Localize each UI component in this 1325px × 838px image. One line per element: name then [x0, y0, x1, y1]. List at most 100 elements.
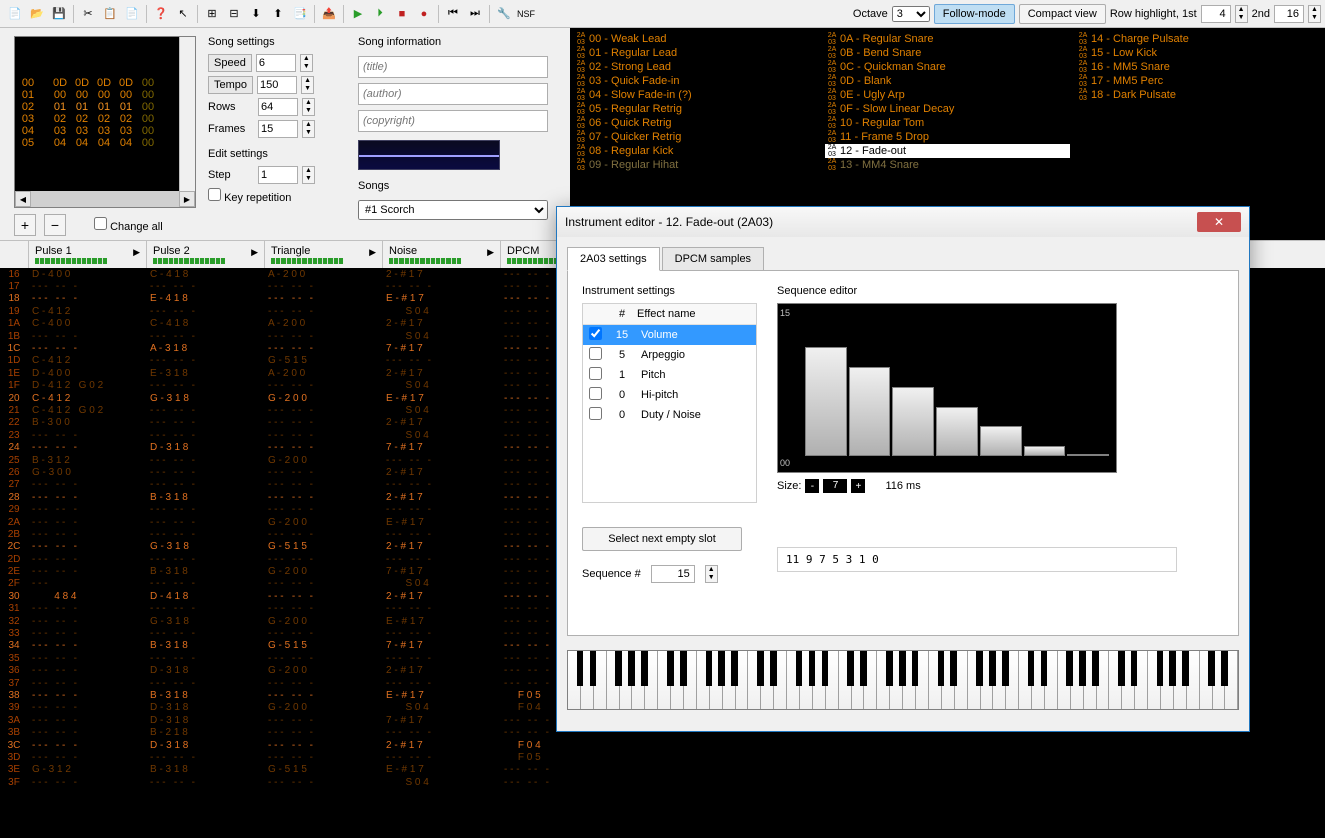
author-input[interactable]	[358, 83, 548, 105]
sequence-canvas[interactable]: 1500	[777, 303, 1117, 473]
tab-dpcm-samples[interactable]: DPCM samples	[662, 247, 764, 270]
save-icon[interactable]: 💾	[50, 5, 68, 23]
clone-icon[interactable]: 📑	[291, 5, 309, 23]
size-plus-button[interactable]: +	[851, 479, 865, 493]
tab-2a03-settings[interactable]: 2A03 settings	[567, 247, 660, 271]
follow-mode-button[interactable]: Follow-mode	[934, 4, 1015, 24]
module-del-icon[interactable]: ⊟	[225, 5, 243, 23]
instrument-item[interactable]: 2A0302 - Strong Lead	[574, 60, 819, 74]
instrument-item[interactable]: 2A0305 - Regular Retrig	[574, 102, 819, 116]
instrument-item[interactable]: 2A0317 - MM5 Perc	[1076, 74, 1321, 88]
instrument-item[interactable]: 2A030B - Bend Snare	[825, 46, 1070, 60]
tempo-label[interactable]: Tempo	[208, 76, 253, 94]
instrument-item[interactable]: 2A030D - Blank	[825, 74, 1070, 88]
cut-icon[interactable]: ✂	[79, 5, 97, 23]
add-frame-button[interactable]: +	[14, 214, 36, 236]
up-icon[interactable]: ⬆	[269, 5, 287, 23]
step-input[interactable]	[258, 166, 298, 184]
piano-keyboard[interactable]	[567, 650, 1239, 710]
instrument-item[interactable]: 2A0314 - Charge Pulsate	[1076, 32, 1321, 46]
instrument-item[interactable]: 2A030F - Slow Linear Decay	[825, 102, 1070, 116]
sequence-num-label: Sequence #	[582, 568, 641, 580]
rewind-icon[interactable]: ⏮	[444, 5, 462, 23]
instrument-item[interactable]: 2A0308 - Regular Kick	[574, 144, 819, 158]
row-highlight-2-input[interactable]	[1274, 5, 1304, 23]
change-all-checkbox[interactable]	[94, 217, 107, 230]
row-highlight-2-spinner[interactable]: ▲▼	[1308, 5, 1321, 23]
remove-frame-button[interactable]: −	[44, 214, 66, 236]
channel-header[interactable]: Triangle▶	[264, 241, 382, 268]
frames-list[interactable]: 000D0D0D0D000100000000000201010101000302…	[14, 36, 196, 208]
sequence-values[interactable]: 11 9 7 5 3 1 0	[777, 547, 1177, 572]
instrument-item[interactable]: 2A0318 - Dark Pulsate	[1076, 88, 1321, 102]
record-icon[interactable]: ●	[415, 5, 433, 23]
instrument-item[interactable]: 2A030E - Ugly Arp	[825, 88, 1070, 102]
instrument-item[interactable]: 2A0313 - MM4 Snare	[825, 158, 1070, 172]
nsf-icon[interactable]: NSF	[517, 5, 535, 23]
octave-label: Octave	[853, 8, 888, 20]
frames-scrollbar-v[interactable]	[179, 37, 195, 191]
instrument-item[interactable]: 2A0315 - Low Kick	[1076, 46, 1321, 60]
rows-input[interactable]	[258, 98, 298, 116]
songs-select[interactable]: #1 Scorch	[358, 200, 548, 220]
sequence-num-spinner[interactable]: ▲▼	[705, 565, 718, 583]
tempo-input[interactable]	[257, 76, 297, 94]
instrument-item[interactable]: 2A0311 - Frame 5 Drop	[825, 130, 1070, 144]
copyright-input[interactable]	[358, 110, 548, 132]
instrument-item[interactable]: 2A0310 - Regular Tom	[825, 116, 1070, 130]
instrument-item[interactable]: 2A0300 - Weak Lead	[574, 32, 819, 46]
close-icon[interactable]: ✕	[1197, 212, 1241, 232]
forward-icon[interactable]: ⏭	[466, 5, 484, 23]
help-icon[interactable]: ❓	[152, 5, 170, 23]
speed-input[interactable]	[256, 54, 296, 72]
module-add-icon[interactable]: ⊞	[203, 5, 221, 23]
channel-header[interactable]: Noise▶	[382, 241, 500, 268]
cursor-icon[interactable]: ↖	[174, 5, 192, 23]
toolbar: 📄 📂 💾 ✂ 📋 📄 ❓ ↖ ⊞ ⊟ ⬇ ⬆ 📑 📤 ▶ ⏵ ■ ● ⏮ ⏭ …	[0, 0, 1325, 28]
instrument-item[interactable]: 2A0312 - Fade-out	[825, 144, 1070, 158]
speed-spinner[interactable]: ▲▼	[300, 54, 313, 72]
effect-row[interactable]: 15Volume	[583, 325, 756, 345]
copy-icon[interactable]: 📋	[101, 5, 119, 23]
frames-spinner[interactable]: ▲▼	[302, 120, 315, 138]
size-minus-button[interactable]: -	[805, 479, 819, 493]
effect-row[interactable]: 5Arpeggio	[583, 345, 756, 365]
effect-row[interactable]: 0Duty / Noise	[583, 405, 756, 425]
play-pattern-icon[interactable]: ⏵	[371, 5, 389, 23]
step-spinner[interactable]: ▲▼	[302, 166, 315, 184]
export-icon[interactable]: 📤	[320, 5, 338, 23]
settings-icon[interactable]: 🔧	[495, 5, 513, 23]
instrument-item[interactable]: 2A0306 - Quick Retrig	[574, 116, 819, 130]
sequence-num-input[interactable]	[651, 565, 695, 583]
instrument-item[interactable]: 2A0309 - Regular Hihat	[574, 158, 819, 172]
compact-view-button[interactable]: Compact view	[1019, 4, 1106, 24]
instrument-item[interactable]: 2A0301 - Regular Lead	[574, 46, 819, 60]
key-rep-checkbox[interactable]	[208, 188, 221, 201]
instrument-item[interactable]: 2A0304 - Slow Fade-in (?)	[574, 88, 819, 102]
instrument-item[interactable]: 2A0303 - Quick Fade-in	[574, 74, 819, 88]
octave-select[interactable]: 3	[892, 6, 930, 22]
play-icon[interactable]: ▶	[349, 5, 367, 23]
effect-row[interactable]: 0Hi-pitch	[583, 385, 756, 405]
row-highlight-1-spinner[interactable]: ▲▼	[1235, 5, 1248, 23]
effect-row[interactable]: 1Pitch	[583, 365, 756, 385]
speed-label[interactable]: Speed	[208, 54, 252, 72]
instrument-item[interactable]: 2A0307 - Quicker Retrig	[574, 130, 819, 144]
row-highlight-1-input[interactable]	[1201, 5, 1231, 23]
stop-icon[interactable]: ■	[393, 5, 411, 23]
frames-input[interactable]	[258, 120, 298, 138]
new-icon[interactable]: 📄	[6, 5, 24, 23]
down-icon[interactable]: ⬇	[247, 5, 265, 23]
instrument-item[interactable]: 2A030A - Regular Snare	[825, 32, 1070, 46]
instrument-item[interactable]: 2A0316 - MM5 Snare	[1076, 60, 1321, 74]
tempo-spinner[interactable]: ▲▼	[301, 76, 314, 94]
instrument-item[interactable]: 2A030C - Quickman Snare	[825, 60, 1070, 74]
open-icon[interactable]: 📂	[28, 5, 46, 23]
frames-scrollbar-h[interactable]: ◀▶	[15, 191, 195, 207]
channel-header[interactable]: Pulse 1▶	[28, 241, 146, 268]
paste-icon[interactable]: 📄	[123, 5, 141, 23]
title-input[interactable]	[358, 56, 548, 78]
rows-spinner[interactable]: ▲▼	[302, 98, 315, 116]
select-next-empty-button[interactable]: Select next empty slot	[582, 527, 742, 551]
channel-header[interactable]: Pulse 2▶	[146, 241, 264, 268]
